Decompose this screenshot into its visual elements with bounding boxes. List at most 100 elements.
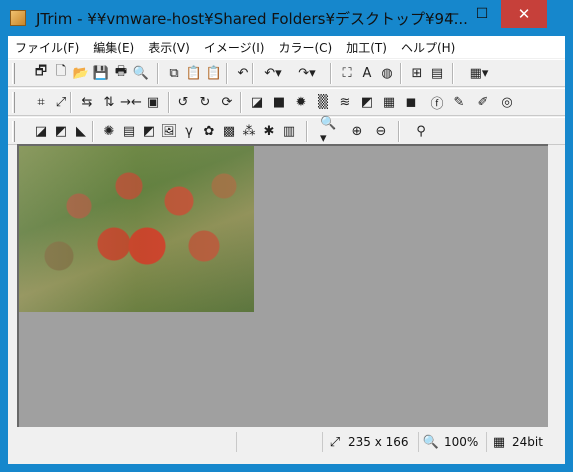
color-depth-value: 24bit [512,435,543,449]
sharpen-button[interactable]: ⓕ [428,93,446,112]
resize-button[interactable]: ⤢ [52,93,70,111]
toolbar-separator [398,121,400,142]
window-title: JTrim - ¥¥vmware-host¥Shared Folders¥デスク… [36,10,468,28]
close-icon: ✕ [517,5,531,23]
radial-blur-button[interactable]: ✹ [292,93,310,111]
toolbar-separator [240,92,242,113]
noise-button[interactable]: ▒ [314,93,332,111]
palette-dropdown-button[interactable]: ▦▾ [469,64,489,82]
minimize-button[interactable]: — [437,0,467,28]
print-button[interactable]: 🖶 [112,64,130,82]
radial-blur-icon: ✹ [295,94,307,110]
color-wheel-button[interactable]: ✿ [200,122,218,140]
drop-shadow-button[interactable]: ◪ [248,93,266,111]
toolbar-grip[interactable] [12,92,15,113]
maximize-button[interactable]: ☐ [467,0,497,28]
crop-button[interactable]: ⌗ [32,93,50,111]
sepia-button[interactable]: ◩ [52,122,70,140]
noise-icon: ▒ [318,94,328,110]
palette-dropdown-icon: ▦▾ [469,65,489,81]
menu-item-3[interactable]: イメージ(I) [197,39,272,56]
save-button[interactable]: 💾 [92,64,110,82]
zoom-dropdown-button[interactable]: 🔍▾ [320,116,338,146]
new-button[interactable]: 🗋 [52,64,70,82]
xor-button[interactable]: ✱ [260,122,278,140]
menu-item-1[interactable]: 編集(E) [86,39,141,56]
minimize-icon: — [445,6,459,22]
undo-all-button[interactable]: ↶ [234,64,252,82]
redo-button[interactable]: ↷▾ [298,64,316,82]
rotate-left-90-button[interactable]: ↺ [174,93,192,111]
open-browser-icon: 🗗 [34,64,48,79]
contrast-button[interactable]: ◩ [140,122,158,140]
frame-button[interactable]: ▣ [144,93,162,111]
flip-vertical-icon: ⇅ [103,94,115,110]
pen-icon: ✎ [453,94,465,110]
rotate-free-icon: ⟳ [221,94,233,110]
gamma-button[interactable]: γ [180,122,198,140]
gradient-button[interactable]: ▥ [280,122,298,140]
open-button[interactable]: 📂 [72,64,90,82]
loaded-image[interactable] [19,146,254,312]
open-browser-button[interactable]: 🗗 [32,64,50,82]
zoom-out-button[interactable]: ⊖ [372,122,390,140]
close-button[interactable]: ✕ [501,0,547,28]
copy-button[interactable]: ⧉ [165,64,183,82]
rgb-split-button[interactable]: ⁂ [240,122,258,140]
wave-button[interactable]: ≋ [336,93,354,111]
toolbar-transform: ⌗ ⤢ ⇆ ⇅ →← ▣ ↺ ↻ ⟳ ◪ ■ ✹ ▒ ≋ ◩ ▦ ◼ ⓕ ✎ ✐ ◎ [8,88,565,116]
rotate-left-90-icon: ↺ [177,94,189,110]
flip-vertical-button[interactable]: ⇅ [100,93,118,111]
jtrim-app-icon[interactable] [10,10,26,26]
bevel-icon: ■ [272,94,286,110]
rgb-balance-button[interactable]: ▤ [120,122,138,140]
picture-button[interactable]: 🖼 [160,122,178,140]
zoom-in-button[interactable]: ⊕ [348,122,366,140]
spotlight-button[interactable]: ◼ [402,93,420,111]
dither-button[interactable]: ▩ [220,122,238,140]
menu-item-6[interactable]: ヘルプ(H) [394,39,462,56]
canvas-area[interactable] [17,144,548,427]
client-area: ファイル(F) 編集(E) 表示(V) イメージ(I) カラー(C) 加工(T) ヘルプ(H… [8,36,565,464]
rotate-right-90-button[interactable]: ↻ [196,93,214,111]
menu-item-4[interactable]: カラー(C) [271,39,339,56]
color-wheel-icon: ✿ [203,123,215,139]
paste-button[interactable]: 📋 [185,64,203,82]
title-bar[interactable]: JTrim - ¥¥vmware-host¥Shared Folders¥デスク… [0,0,573,36]
rgb-split-icon: ⁂ [242,123,256,139]
shrink-button[interactable]: →← [120,93,142,111]
maximize-icon: ☐ [475,6,489,22]
eyedropper-button[interactable]: ⚲ [412,122,430,140]
brightness-button[interactable]: ✺ [100,122,118,140]
paste-new-button[interactable]: 📋 [205,64,223,82]
brick-button[interactable]: ▦ [380,93,398,111]
menu-item-5[interactable]: 加工(T) [339,39,394,56]
mosaic-button[interactable]: ◍ [378,64,396,82]
flip-horizontal-button[interactable]: ⇆ [78,93,96,111]
emboss-button[interactable]: ◩ [358,93,376,111]
fit-window-icon: ⛶ [342,65,352,81]
copy-icon: ⧉ [169,65,179,81]
filmstrip-button[interactable]: ▤ [428,64,446,82]
toolbar-grip[interactable] [12,63,15,84]
toolbar-main: 🗗 🗋 📂 💾 🖶 🔍 ⧉ 📋 📋 ↶ ↶▾ ↷▾ ⛶ A ◍ ⊞ ▤ ▦▾ [8,59,565,87]
fit-window-button[interactable]: ⛶ [338,64,356,82]
rotate-free-button[interactable]: ⟳ [218,93,236,111]
print-preview-button[interactable]: 🔍 [132,64,150,82]
pen-button[interactable]: ✎ [450,93,468,111]
text-button[interactable]: A [358,64,376,82]
bevel-button[interactable]: ■ [270,93,288,111]
image-size-value: 235 x 166 [348,435,409,449]
grayscale-button[interactable]: ◪ [32,122,50,140]
menu-item-0[interactable]: ファイル(F) [8,39,86,56]
undo-all-icon: ↶ [237,65,249,81]
toolbar-separator [226,63,228,84]
menu-item-2[interactable]: 表示(V) [141,39,197,56]
undo-button[interactable]: ↶▾ [264,64,282,82]
negative-button[interactable]: ◣ [72,122,90,140]
redo-icon: ↷▾ [298,65,316,81]
tile-button[interactable]: ⊞ [408,64,426,82]
toolbar-grip[interactable] [12,121,15,142]
watercolor-button[interactable]: ✐ [474,93,492,111]
spiral-button[interactable]: ◎ [498,93,516,111]
